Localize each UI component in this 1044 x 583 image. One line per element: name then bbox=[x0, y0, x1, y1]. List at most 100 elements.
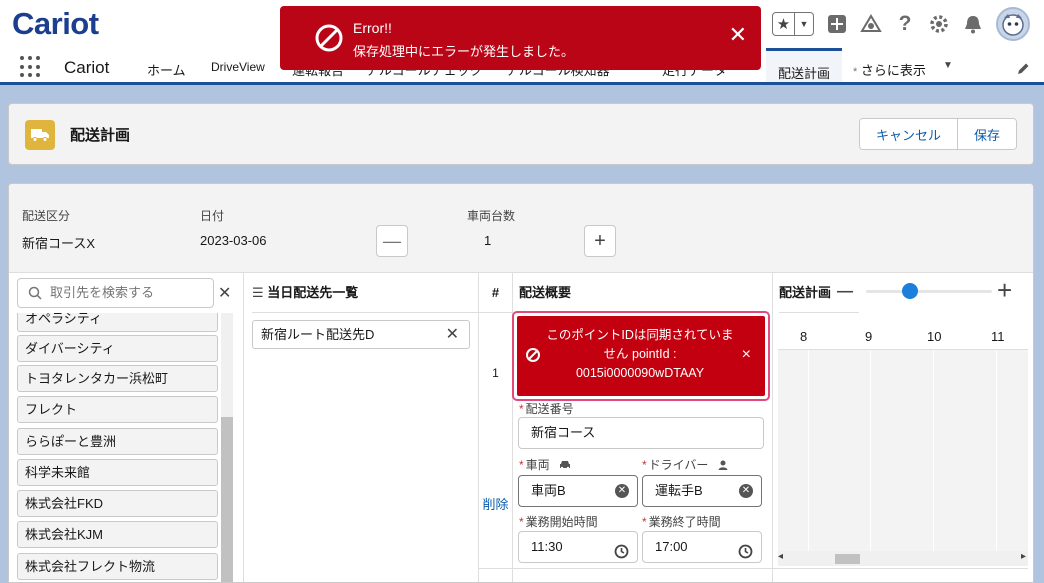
trailhead-icon[interactable] bbox=[860, 13, 882, 35]
account-item[interactable]: トヨタレンタカー浜松町 bbox=[17, 365, 218, 392]
summary-header: 配送概要 bbox=[519, 273, 769, 313]
nav-more-button[interactable]: * さらに表示 bbox=[853, 60, 926, 79]
zoom-in-button[interactable]: + bbox=[997, 277, 1012, 303]
notification-bell-icon[interactable] bbox=[962, 13, 984, 35]
schedule-grid[interactable] bbox=[778, 350, 1028, 555]
destinations-column: ☰ 当日配送先一覧 新宿ルート配送先D ✕ bbox=[244, 273, 479, 582]
truck-icon bbox=[25, 120, 55, 150]
star-icon[interactable]: ★ bbox=[773, 13, 795, 35]
driver-input[interactable]: 運転手B ✕ bbox=[642, 475, 762, 507]
zoom-slider-thumb[interactable] bbox=[902, 283, 919, 299]
account-item[interactable]: 株式会社KJM bbox=[17, 521, 218, 548]
clear-search-icon[interactable]: ✕ bbox=[218, 283, 231, 303]
nav-more-label: さらに表示 bbox=[860, 63, 926, 78]
vehicle-label: * 車両 bbox=[519, 456, 571, 473]
global-add-icon[interactable] bbox=[826, 13, 848, 35]
zoom-slider-track[interactable] bbox=[866, 283, 992, 299]
page-title: 配送計画 bbox=[70, 127, 131, 144]
end-time-value: 17:00 bbox=[655, 539, 688, 554]
account-item[interactable]: フレクト bbox=[17, 396, 218, 423]
vehicle-count-value: 1 bbox=[484, 233, 492, 248]
account-item[interactable]: ららぽーと豊洲 bbox=[17, 428, 218, 455]
error-toast: Error!! 保存処理中にエラーが発生しました。 ✕ bbox=[280, 6, 761, 70]
destination-card[interactable]: 新宿ルート配送先D ✕ bbox=[252, 320, 470, 349]
scrollbar-thumb[interactable] bbox=[221, 417, 233, 582]
clear-driver-icon[interactable]: ✕ bbox=[739, 484, 753, 498]
delivery-number-label: * 配送番号 bbox=[519, 402, 574, 416]
driver-value: 運転手B bbox=[655, 483, 703, 498]
account-item[interactable]: 株式会社フレクト物流 bbox=[17, 553, 218, 580]
help-icon[interactable]: ? bbox=[894, 12, 916, 35]
destination-name: 新宿ルート配送先D bbox=[261, 327, 375, 342]
scroll-right-arrow[interactable]: ▸ bbox=[1021, 551, 1026, 562]
delivery-number-input[interactable]: 新宿コース bbox=[518, 417, 764, 449]
end-time-input[interactable]: 17:00 bbox=[642, 531, 762, 563]
vehicle-input[interactable]: 車両B ✕ bbox=[518, 475, 638, 507]
page-header: 配送計画 キャンセル 保存 bbox=[8, 103, 1034, 165]
cancel-button[interactable]: キャンセル bbox=[859, 119, 957, 149]
save-button[interactable]: 保存 bbox=[956, 119, 1016, 149]
delivery-section-value: 新宿コースX bbox=[22, 236, 96, 251]
nav-item-delivery-plan[interactable]: 配送計画 bbox=[766, 48, 843, 82]
account-item[interactable]: オペラシティ bbox=[17, 313, 218, 332]
error-ban-icon bbox=[314, 23, 344, 56]
hour-label: 10 bbox=[927, 329, 942, 344]
chevron-down-icon[interactable]: ▼ bbox=[795, 13, 813, 35]
decrease-vehicle-count-button[interactable]: — bbox=[376, 225, 408, 257]
clock-icon[interactable] bbox=[738, 540, 753, 570]
nav-more-asterisk: * bbox=[853, 66, 858, 78]
edit-nav-pencil-icon[interactable] bbox=[1016, 62, 1030, 76]
row-divider bbox=[479, 568, 1028, 569]
cariot-logo[interactable]: Cariot bbox=[12, 6, 99, 42]
header-utility-icons: ★ ▼ ? bbox=[772, 6, 1030, 42]
zoom-out-button[interactable]: — bbox=[837, 283, 859, 300]
app-launcher-icon[interactable] bbox=[20, 56, 42, 78]
search-icon bbox=[28, 286, 42, 303]
gear-icon[interactable] bbox=[928, 13, 950, 35]
start-time-input[interactable]: 11:30 bbox=[518, 531, 638, 563]
clock-icon[interactable] bbox=[614, 540, 629, 570]
chevron-down-icon[interactable]: ▼ bbox=[943, 60, 953, 71]
scroll-left-arrow[interactable]: ◂ bbox=[778, 551, 783, 562]
accounts-column: ✕ オペラシティ ダイバーシティ トヨタレンタカー浜松町 フレクト ららぽーと豊… bbox=[9, 273, 244, 582]
delete-row-link[interactable]: 削除 bbox=[479, 494, 512, 513]
account-list: オペラシティ ダイバーシティ トヨタレンタカー浜松町 フレクト ららぽーと豊洲 … bbox=[17, 313, 218, 582]
start-time-value: 11:30 bbox=[531, 539, 563, 554]
grid-line bbox=[933, 350, 934, 555]
grid-line bbox=[996, 350, 997, 555]
nav-item-home[interactable]: ホーム bbox=[147, 60, 186, 79]
schedule-horizontal-scrollbar[interactable]: ◂ ▸ bbox=[778, 551, 1028, 566]
start-time-label: * 業務開始時間 bbox=[519, 515, 598, 529]
row-number: 1 bbox=[492, 366, 499, 380]
clear-vehicle-icon[interactable]: ✕ bbox=[615, 484, 629, 498]
increase-vehicle-count-button[interactable]: + bbox=[584, 225, 616, 257]
remove-destination-icon[interactable]: ✕ bbox=[446, 321, 459, 348]
end-time-label: * 業務終了時間 bbox=[642, 515, 721, 529]
grid-line bbox=[870, 350, 871, 555]
hour-label: 11 bbox=[991, 329, 1005, 344]
row-number-column: # 1 削除 bbox=[479, 273, 513, 582]
hour-label: 8 bbox=[800, 329, 808, 344]
point-id-error-message: このポイントIDは同期されていません pointId : 0015i000009… bbox=[517, 316, 765, 396]
account-item[interactable]: 科学未来館 bbox=[17, 459, 218, 486]
toast-title: Error!! bbox=[353, 20, 392, 36]
account-item[interactable]: 株式会社FKD bbox=[17, 490, 218, 517]
close-icon[interactable]: × bbox=[742, 346, 751, 364]
schedule-divider bbox=[778, 349, 1028, 350]
account-list-scrollbar[interactable] bbox=[221, 313, 233, 582]
close-icon[interactable]: ✕ bbox=[729, 22, 747, 48]
date-value: 2023-03-06 bbox=[200, 233, 267, 248]
scrollbar-thumb[interactable] bbox=[835, 554, 860, 564]
point-id-error-text: このポイントIDは同期されていません pointId : 0015i000009… bbox=[546, 328, 734, 380]
app-name: Cariot bbox=[64, 58, 110, 77]
account-search-box bbox=[17, 278, 214, 308]
favorites-button-group[interactable]: ★ ▼ bbox=[772, 12, 814, 36]
car-icon bbox=[559, 459, 571, 473]
destinations-header: ☰ 当日配送先一覧 bbox=[252, 273, 478, 313]
point-id-error-highlight: このポイントIDは同期されていません pointId : 0015i000009… bbox=[512, 311, 770, 401]
user-avatar[interactable] bbox=[996, 7, 1030, 41]
nav-item-driveview[interactable]: DriveView bbox=[211, 60, 265, 74]
account-search-input[interactable] bbox=[50, 279, 210, 305]
driver-label: * ドライバー bbox=[642, 456, 728, 473]
account-item[interactable]: ダイバーシティ bbox=[17, 335, 218, 362]
